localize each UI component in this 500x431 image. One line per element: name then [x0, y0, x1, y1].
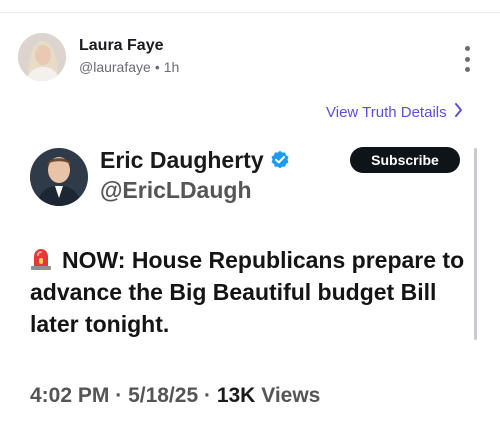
- embed-views-count: 13K: [216, 384, 256, 407]
- embed-post-text: NOW: House Republicans prepare to advanc…: [30, 244, 470, 340]
- author-meta: @laurafaye • 1h: [79, 58, 179, 76]
- kebab-menu-icon[interactable]: [460, 46, 474, 72]
- meta-separator: ·: [203, 384, 211, 407]
- embed-time: 4:02 PM: [30, 384, 110, 407]
- view-truth-details-link[interactable]: View Truth Details: [326, 103, 463, 121]
- embed-author-handle[interactable]: @EricLDaugh: [100, 176, 252, 204]
- embed-author-avatar[interactable]: [30, 148, 88, 206]
- kebab-dot: [464, 56, 470, 62]
- author-handle[interactable]: @laurafaye: [79, 59, 151, 75]
- embed-author-name[interactable]: Eric Daugherty: [100, 146, 264, 174]
- top-divider: [0, 12, 500, 13]
- siren-emoji-icon: [31, 249, 51, 270]
- details-link-label: View Truth Details: [326, 103, 447, 121]
- author-avatar[interactable]: [18, 33, 66, 81]
- meta-separator: ·: [115, 384, 123, 407]
- chevron-right-icon: [454, 103, 463, 121]
- embed-meta: 4:02 PM · 5/18/25 · 13K Views: [30, 384, 320, 408]
- meta-dot: •: [154, 59, 160, 75]
- scrollbar[interactable]: [474, 148, 477, 340]
- subscribe-button[interactable]: Subscribe: [350, 147, 460, 173]
- embed-views-label: Views: [261, 384, 321, 407]
- embedded-post: Eric Daugherty @EricLDaugh Subscribe NOW…: [0, 140, 500, 431]
- post-time: 1h: [163, 59, 180, 75]
- verified-badge-icon: [271, 150, 289, 169]
- embed-name-row: Eric Daugherty: [100, 146, 290, 174]
- post-header: Laura Faye @laurafaye • 1h: [0, 20, 500, 90]
- author-block: Laura Faye @laurafaye • 1h: [79, 36, 179, 76]
- kebab-dot: [464, 67, 470, 72]
- kebab-dot: [464, 46, 470, 51]
- embed-date: 5/18/25: [128, 384, 199, 407]
- embed-post-body: NOW: House Republicans prepare to advanc…: [30, 247, 465, 337]
- author-name[interactable]: Laura Faye: [79, 36, 179, 56]
